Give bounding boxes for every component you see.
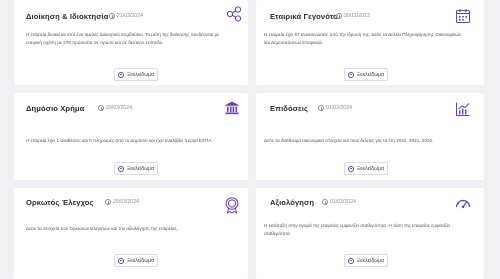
card-title: Ορκωτός Έλεγχος <box>26 198 94 207</box>
unlock-icon <box>117 165 124 172</box>
unlock-button[interactable]: Ξεκλείδωμα <box>344 254 388 267</box>
unlock-button[interactable]: Ξεκλείδωμα <box>114 68 158 81</box>
card-date: 01/03/2024 <box>322 199 356 205</box>
unlock-icon <box>117 257 124 264</box>
card-date: 29/03/2024 <box>98 105 132 111</box>
gauge-icon <box>455 196 471 210</box>
card-date: 30/11/2023 <box>336 13 370 19</box>
clock-icon <box>322 199 328 205</box>
card-date: 28/03/2024 <box>105 199 139 205</box>
card-management-ownership: Διοίκηση & Ιδιοκτησία 21/03/2024 Η εταιρ… <box>14 0 248 85</box>
bank-icon <box>224 100 240 116</box>
clock-icon <box>109 13 115 19</box>
clock-icon <box>98 105 104 111</box>
card-performance: Επιδόσεις 01/03/2024 Δείτε τα διαθέσιμα … <box>256 93 484 180</box>
card-rating: Αξιολόγηση 01/03/2024 Η κατάταξη στην αγ… <box>256 188 484 279</box>
unlock-button[interactable]: Ξεκλείδωμα <box>344 68 388 81</box>
clock-icon <box>318 105 324 111</box>
unlock-icon <box>347 257 354 264</box>
unlock-button[interactable]: Ξεκλείδωμα <box>114 162 158 175</box>
unlock-icon <box>117 71 124 78</box>
card-title: Δημόσιο Χρήμα <box>26 104 85 113</box>
card-date: 01/03/2024 <box>318 105 352 111</box>
unlock-icon <box>347 71 354 78</box>
network-share-icon <box>226 6 242 22</box>
card-title: Εταιρικά Γεγονότα <box>270 12 338 21</box>
card-public-money: Δημόσιο Χρήμα 29/03/2024 Η εταιρεία έχει… <box>14 93 248 180</box>
card-title: Επιδόσεις <box>270 104 308 113</box>
unlock-button[interactable]: Ξεκλείδωμα <box>114 254 158 267</box>
card-corporate-events: Εταιρικά Γεγονότα 30/11/2023 Η εταιρεία … <box>256 0 484 85</box>
unlock-icon <box>347 165 354 172</box>
calendar-icon <box>455 8 471 24</box>
card-date: 21/03/2024 <box>109 13 143 19</box>
clock-icon <box>105 199 111 205</box>
card-description: Η κατάταξη στην αγορά της εταιρείας εμφα… <box>264 223 451 236</box>
card-description: Η εταιρεία διοικείται από ένα 5μελές Διο… <box>26 32 220 45</box>
card-audit: Ορκωτός Έλεγχος 28/03/2024 Δείτε τα στοι… <box>14 188 248 279</box>
chart-icon <box>455 101 471 117</box>
card-title: Αξιολόγηση <box>270 198 315 207</box>
clock-icon <box>336 13 342 19</box>
unlock-button[interactable]: Ξεκλείδωμα <box>344 162 388 175</box>
card-description: Η εταιρεία έχει 1 αναθέσεις και 0 πληρωμ… <box>26 138 213 143</box>
card-description: Δείτε τα στοιχεία των Ορκωτών Ελεγκτών κ… <box>26 226 179 231</box>
card-description: Δείτε τα διαθέσιμα οικονομικά στοιχεία κ… <box>264 138 434 143</box>
card-description: Η εταιρεία έχει 67 ανακοινώσεις από την … <box>264 32 462 45</box>
seal-badge-icon <box>224 196 240 214</box>
card-title: Διοίκηση & Ιδιοκτησία <box>26 12 109 21</box>
